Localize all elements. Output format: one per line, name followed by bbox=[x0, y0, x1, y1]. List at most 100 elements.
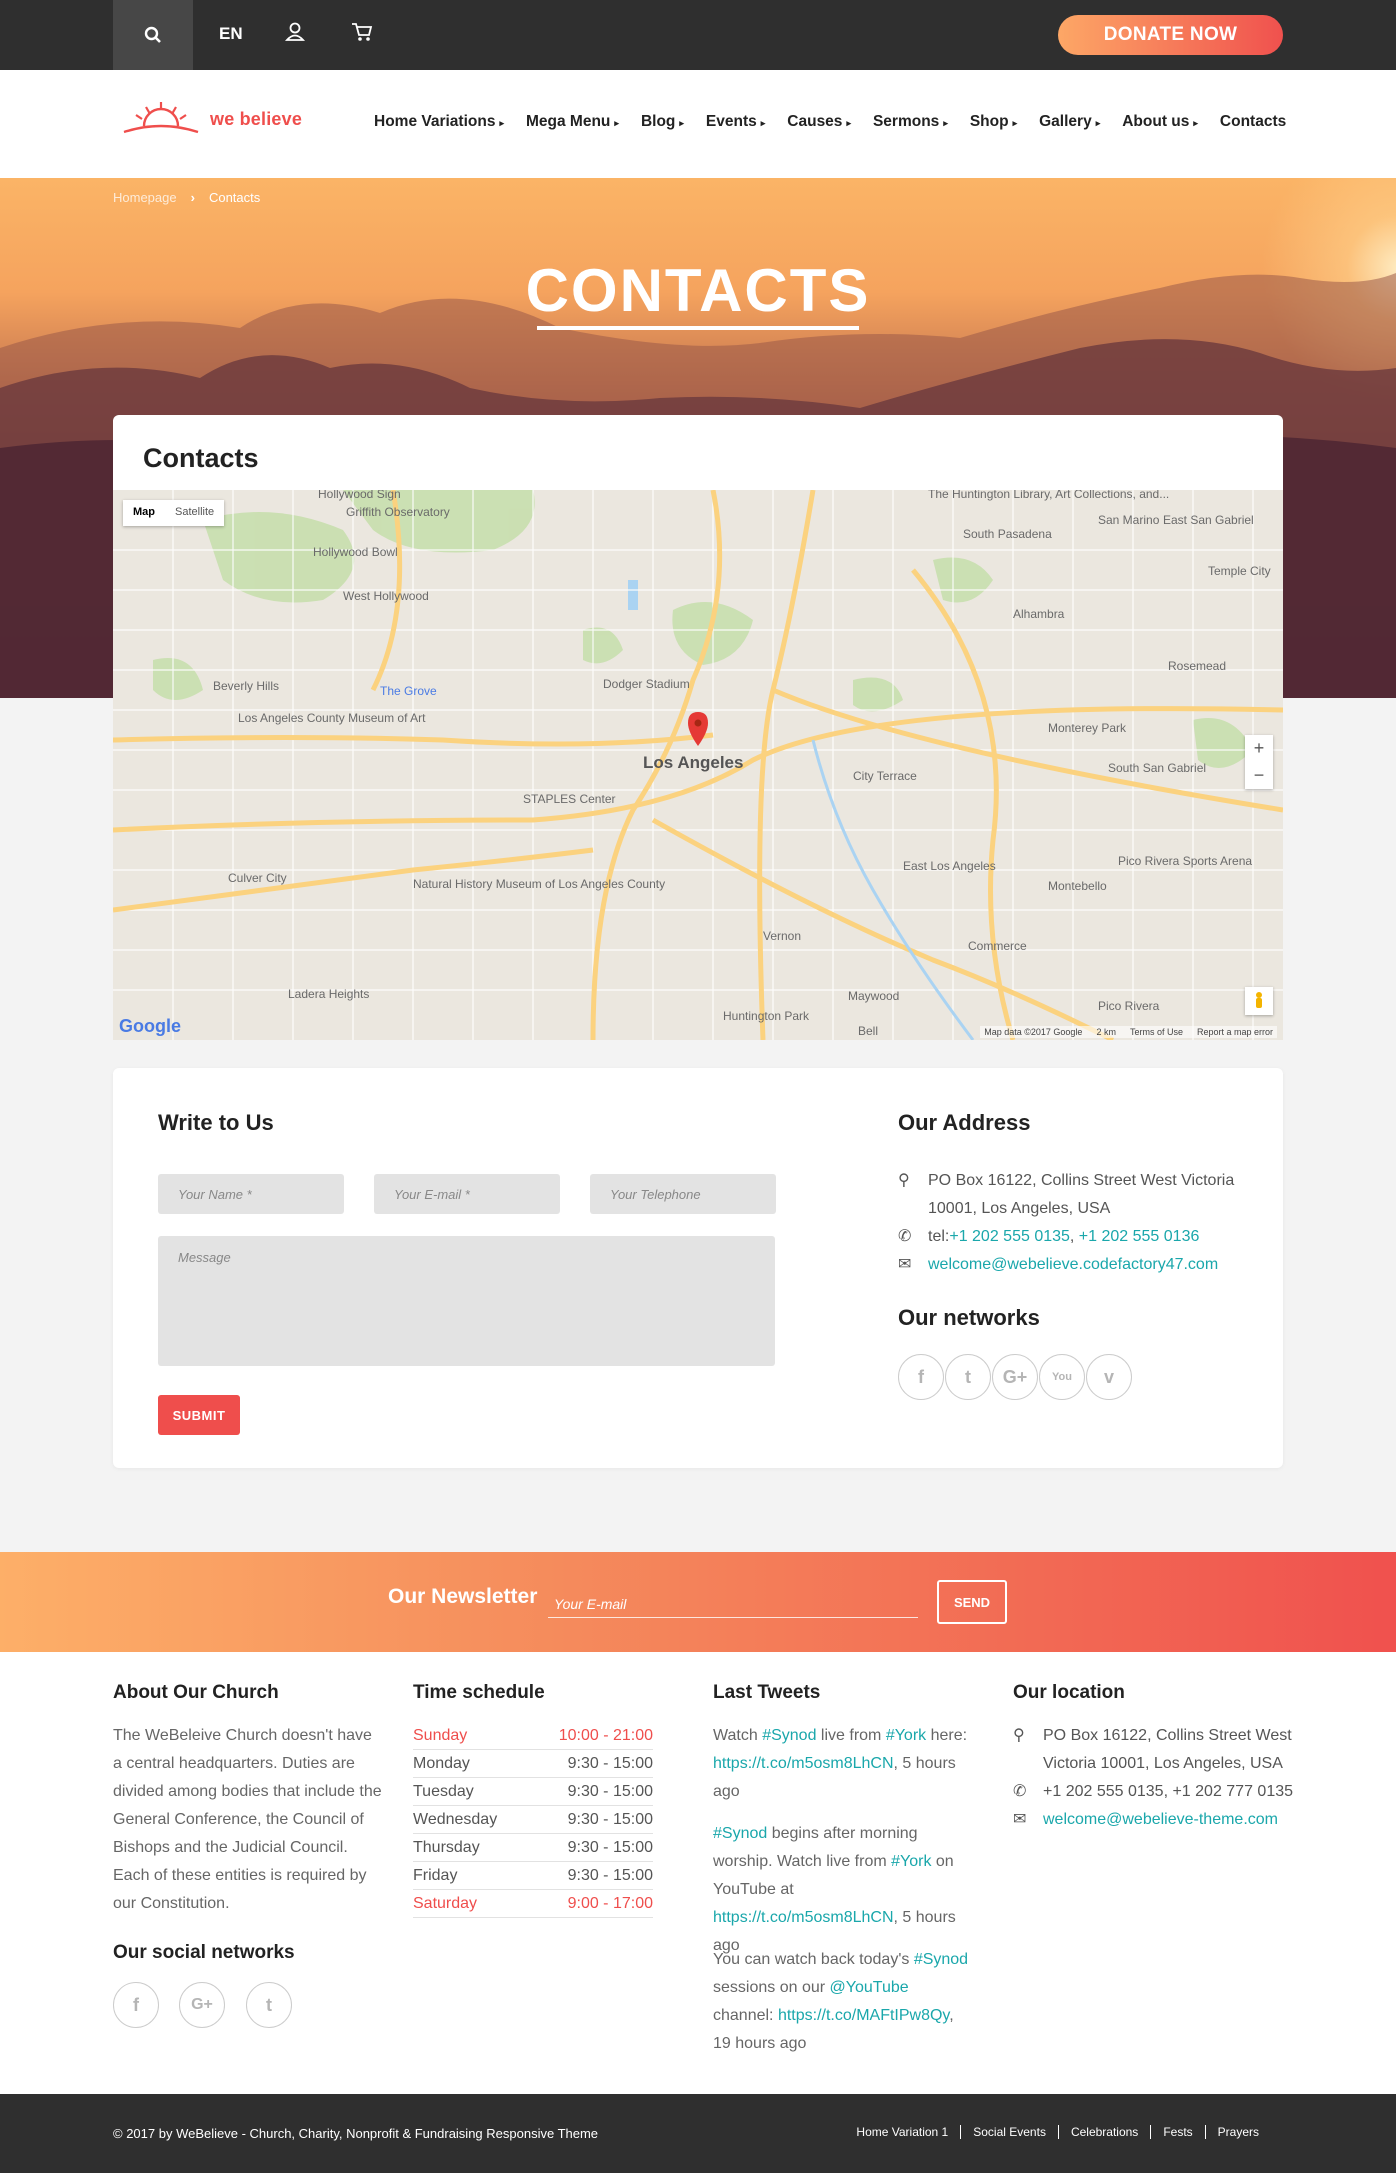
zoom-out-button[interactable]: − bbox=[1245, 762, 1273, 789]
map-label: Ladera Heights bbox=[288, 987, 369, 1001]
map-label: City Terrace bbox=[853, 769, 917, 783]
nav-events[interactable]: Events ▸ bbox=[706, 113, 765, 131]
mention-link[interactable]: @YouTube bbox=[830, 1979, 909, 1996]
map-label: Natural History Museum of Los Angeles Co… bbox=[413, 877, 665, 891]
breadcrumb: Homepage › Contacts bbox=[113, 190, 260, 205]
search-button[interactable] bbox=[113, 0, 193, 70]
schedule-row: Wednesday 9:30 - 15:00 bbox=[413, 1806, 653, 1834]
tweet-item: #Synod begins after morning worship. Wat… bbox=[713, 1825, 956, 1954]
hashtag-link[interactable]: #York bbox=[886, 1727, 926, 1744]
nav-about-us[interactable]: About us ▸ bbox=[1122, 113, 1198, 131]
facebook-icon[interactable]: f bbox=[113, 1982, 159, 2028]
phone-icon: ✆ bbox=[1013, 1783, 1027, 1800]
footer-address-line: ⚲ PO Box 16122, Collins Street West Vict… bbox=[1013, 1722, 1293, 1778]
map-label: San Marino bbox=[1098, 513, 1160, 527]
map-label: Culver City bbox=[228, 871, 287, 885]
schedule-title: Time schedule bbox=[413, 1682, 545, 1703]
about-title: About Our Church bbox=[113, 1682, 279, 1703]
logo-text: we believe bbox=[210, 108, 303, 129]
google-plus-icon[interactable]: G+ bbox=[179, 1982, 225, 2028]
map-label: Bell bbox=[858, 1024, 878, 1038]
copyright: © 2017 by WeBelieve - Church, Charity, N… bbox=[113, 2126, 599, 2141]
caret-down-icon: ▸ bbox=[614, 118, 619, 128]
google-map[interactable]: Hollywood Sign Griffith Observatory Holl… bbox=[113, 490, 1283, 1040]
hashtag-link[interactable]: #York bbox=[891, 1853, 931, 1870]
about-text: The WeBeleive Church doesn't have a cent… bbox=[113, 1727, 382, 1912]
google-plus-icon[interactable]: G+ bbox=[992, 1354, 1038, 1400]
footer-link[interactable]: Prayers bbox=[1204, 2125, 1271, 2139]
name-input[interactable]: Your Name * bbox=[158, 1174, 344, 1214]
schedule-row: Friday 9:30 - 15:00 bbox=[413, 1862, 653, 1890]
submit-button[interactable]: SUBMIT bbox=[158, 1395, 240, 1435]
cart-icon[interactable] bbox=[350, 21, 374, 48]
map-section-title: Contacts bbox=[143, 443, 259, 473]
map-label: East Los Angeles bbox=[903, 859, 996, 873]
footer-link[interactable]: Home Variation 1 bbox=[844, 2125, 960, 2139]
location-title: Our location bbox=[1013, 1682, 1125, 1703]
schedule-row: Thursday 9:30 - 15:00 bbox=[413, 1834, 653, 1862]
footer-link[interactable]: Celebrations bbox=[1057, 2125, 1150, 2139]
breadcrumb-current: Contacts bbox=[208, 190, 261, 205]
breadcrumb-home[interactable]: Homepage bbox=[113, 190, 177, 205]
search-icon bbox=[144, 26, 161, 43]
nav-gallery[interactable]: Gallery ▸ bbox=[1039, 113, 1100, 131]
tweet-url-link[interactable]: https://t.co/m5osm8LhCN bbox=[713, 1909, 894, 1926]
caret-down-icon: ▸ bbox=[846, 118, 851, 128]
report-error-link[interactable]: Report a map error bbox=[1197, 1027, 1273, 1037]
map-type-satellite[interactable]: Satellite bbox=[165, 500, 224, 526]
newsletter-send-button[interactable]: SEND bbox=[937, 1580, 1007, 1624]
nav-mega-menu[interactable]: Mega Menu ▸ bbox=[526, 113, 619, 131]
bottom-bar: © 2017 by WeBelieve - Church, Charity, N… bbox=[0, 2094, 1396, 2173]
map-attribution: Map data ©2017 Google 2 km Terms of Use … bbox=[980, 1026, 1277, 1038]
map-type-map[interactable]: Map bbox=[123, 500, 165, 526]
email-input[interactable]: Your E-mail * bbox=[374, 1174, 560, 1214]
phone-icon: ✆ bbox=[898, 1228, 912, 1245]
email-link[interactable]: welcome@webelieve-theme.com bbox=[1043, 1806, 1293, 1834]
newsletter-email-input[interactable]: Your E-mail bbox=[548, 1586, 918, 1618]
twitter-icon[interactable]: t bbox=[246, 1982, 292, 2028]
nav-causes[interactable]: Causes ▸ bbox=[787, 113, 851, 131]
footer-link[interactable]: Fests bbox=[1150, 2125, 1204, 2139]
terms-link[interactable]: Terms of Use bbox=[1130, 1027, 1183, 1037]
street-view-pegman-icon[interactable] bbox=[1245, 987, 1273, 1015]
twitter-icon[interactable]: t bbox=[945, 1354, 991, 1400]
hashtag-link[interactable]: #Synod bbox=[713, 1825, 767, 1842]
main-nav: Home Variations ▸ Mega Menu ▸ Blog ▸ Events… bbox=[374, 113, 1308, 131]
user-icon[interactable] bbox=[284, 21, 306, 48]
site-logo[interactable]: we believe bbox=[122, 100, 302, 138]
facebook-icon[interactable]: f bbox=[898, 1354, 944, 1400]
telephone-input[interactable]: Your Telephone bbox=[590, 1174, 776, 1214]
phone-link[interactable]: +1 202 555 0136 bbox=[1079, 1228, 1200, 1245]
nav-contacts[interactable]: Contacts bbox=[1220, 113, 1286, 131]
envelope-icon: ✉ bbox=[1013, 1811, 1027, 1828]
vimeo-icon[interactable]: v bbox=[1086, 1354, 1132, 1400]
page-title: CONTACTS bbox=[525, 257, 871, 324]
caret-down-icon: ▸ bbox=[1012, 118, 1018, 128]
nav-home-variations[interactable]: Home Variations ▸ bbox=[374, 113, 504, 131]
message-textarea[interactable]: Message bbox=[158, 1236, 775, 1366]
zoom-in-button[interactable]: + bbox=[1245, 735, 1273, 762]
schedule-row: Sunday 10:00 - 21:00 bbox=[413, 1722, 653, 1750]
language-switcher[interactable]: EN bbox=[219, 24, 243, 44]
nav-blog[interactable]: Blog ▸ bbox=[641, 113, 684, 131]
hashtag-link[interactable]: #Synod bbox=[762, 1727, 816, 1744]
map-label: Los Angeles County Museum of Art bbox=[238, 711, 426, 725]
hashtag-link[interactable]: #Synod bbox=[914, 1951, 968, 1968]
tweet-url-link[interactable]: https://t.co/m5osm8LhCN bbox=[713, 1755, 894, 1772]
phone-link[interactable]: +1 202 555 0135 bbox=[949, 1228, 1070, 1245]
map-label: Rosemead bbox=[1168, 659, 1226, 673]
nav-shop[interactable]: Shop ▸ bbox=[970, 113, 1017, 131]
map-label: Huntington Park bbox=[723, 1009, 810, 1023]
donate-now-button[interactable]: DONATE NOW bbox=[1058, 15, 1283, 55]
social-title: Our social networks bbox=[113, 1942, 295, 1963]
tweet-url-link[interactable]: https://t.co/MAFtIPw8Qy bbox=[778, 2007, 949, 2024]
caret-down-icon: ▸ bbox=[679, 118, 684, 128]
map-label: Monterey Park bbox=[1048, 721, 1127, 735]
footer-link[interactable]: Social Events bbox=[960, 2125, 1058, 2139]
email-link[interactable]: welcome@webelieve.codefactory47.com bbox=[928, 1251, 1238, 1279]
caret-down-icon: ▸ bbox=[1193, 118, 1198, 128]
map-label: East San Gabriel bbox=[1163, 513, 1254, 527]
nav-sermons[interactable]: Sermons ▸ bbox=[873, 113, 948, 131]
youtube-icon[interactable]: You bbox=[1039, 1354, 1085, 1400]
map-label: The Grove bbox=[380, 684, 437, 698]
